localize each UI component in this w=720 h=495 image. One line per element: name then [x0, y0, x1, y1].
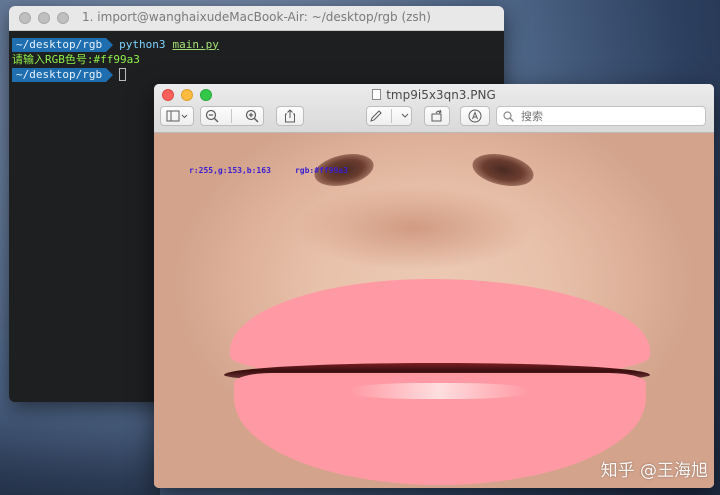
search-input[interactable]	[519, 108, 693, 124]
image-canvas[interactable]: r:255,g:153,b:163 rgb:#ff99a3	[154, 133, 714, 488]
output-text: 请输入RGB色号:#ff99a3	[12, 52, 140, 66]
prompt-arrow-icon	[106, 67, 114, 82]
document-icon	[372, 89, 382, 100]
prompt-path-2: ~/desktop/rgb	[12, 67, 107, 82]
desktop-background	[0, 395, 160, 495]
preview-filename: tmp9i5x3qn3.PNG	[386, 88, 496, 102]
separator	[231, 109, 233, 123]
terminal-cursor	[119, 68, 127, 81]
terminal-title: 1. import@wanghaixudeMacBook-Air: ~/desk…	[82, 10, 431, 24]
pen-icon	[370, 110, 382, 122]
zoom-out-icon[interactable]	[205, 109, 219, 123]
annotate-button[interactable]	[460, 106, 490, 126]
teeth-highlight	[349, 383, 529, 399]
search-field[interactable]	[496, 106, 706, 126]
sidebar-icon	[166, 110, 188, 122]
rgb-values: r:255,g:153,b:163	[189, 166, 271, 175]
zoom-in-icon[interactable]	[245, 109, 259, 123]
watermark: 知乎 @王海旭	[600, 461, 708, 481]
command-argument: main.py	[172, 37, 219, 51]
terminal-content[interactable]: ~/desktop/rgb python3 main.py 请输入RGB色号:#…	[9, 31, 504, 88]
terminal-line-prompt: ~/desktop/rgb	[12, 67, 501, 82]
prompt-path: ~/desktop/rgb	[12, 37, 107, 52]
sidebar-toggle-button[interactable]	[160, 106, 194, 126]
zoom-button-group[interactable]	[200, 106, 264, 126]
terminal-line-command: ~/desktop/rgb python3 main.py	[12, 37, 501, 52]
preview-window[interactable]: tmp9i5x3qn3.PNG 搜索 r:255,g:153,b:163 rgb…	[154, 84, 714, 488]
markup-button[interactable]	[366, 106, 412, 126]
rgb-hex: rgb:#ff99a3	[294, 166, 348, 175]
upper-lip	[230, 279, 650, 375]
rgb-label: r:255,g:153,b:163 rgb:#ff99a3	[189, 166, 348, 175]
markup-circle-icon	[468, 109, 482, 123]
command-text: python3	[119, 37, 166, 51]
preview-toolbar[interactable]: tmp9i5x3qn3.PNG	[154, 84, 714, 133]
chevron-down-icon	[401, 113, 409, 118]
share-icon	[285, 109, 295, 123]
search-icon	[503, 110, 514, 122]
terminal-titlebar[interactable]: 1. import@wanghaixudeMacBook-Air: ~/desk…	[9, 6, 504, 31]
separator	[391, 109, 393, 123]
preview-title: tmp9i5x3qn3.PNG	[154, 88, 714, 102]
rotate-button[interactable]	[424, 106, 450, 126]
share-button[interactable]	[276, 106, 304, 126]
terminal-line-output: 请输入RGB色号:#ff99a3	[12, 52, 501, 67]
right-nostril	[469, 148, 537, 192]
rotate-icon	[431, 109, 442, 122]
prompt-arrow-icon	[106, 37, 114, 52]
